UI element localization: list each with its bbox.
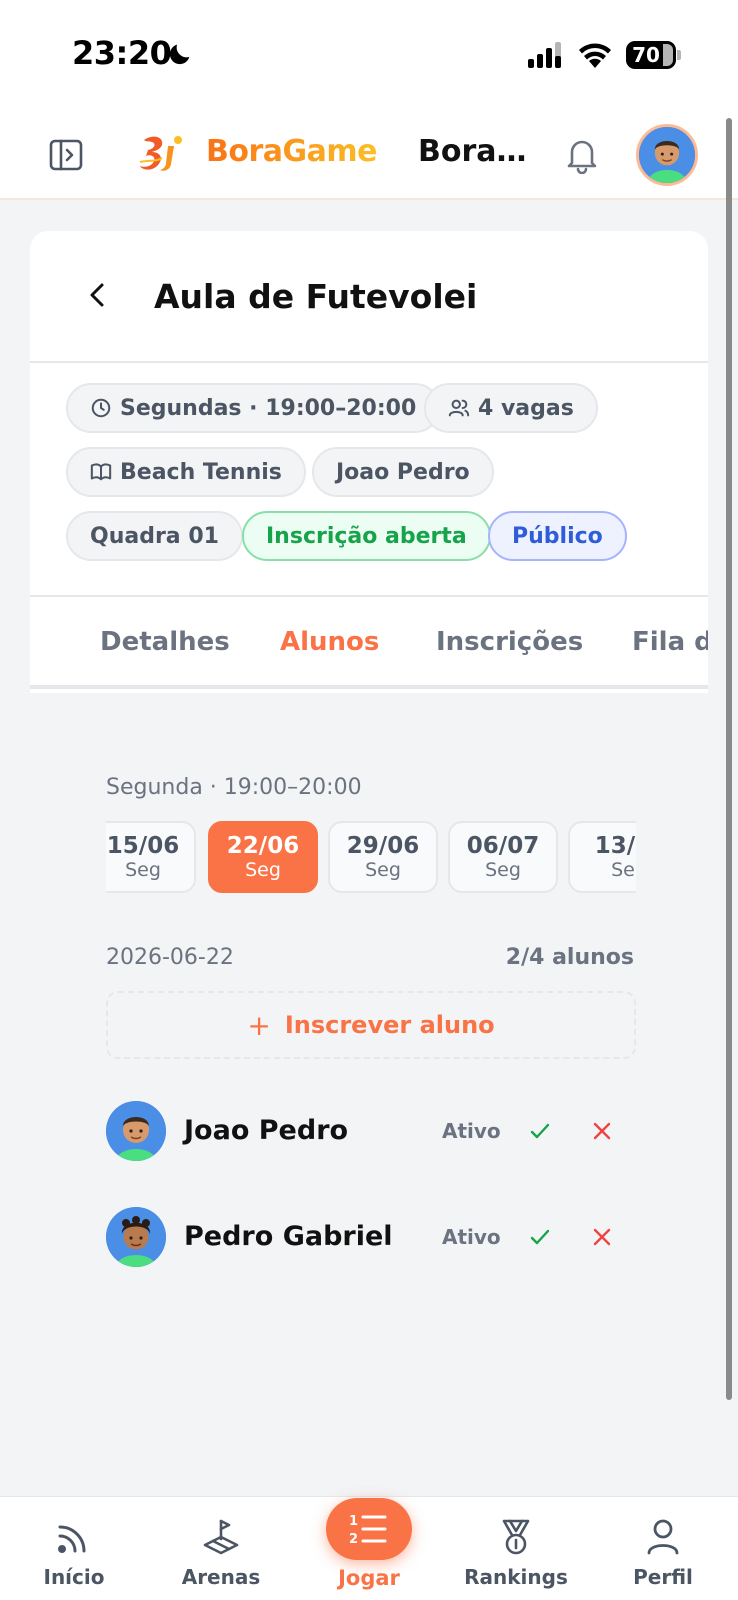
nav-label: Rankings bbox=[464, 1565, 568, 1589]
students-panel: Segunda · 19:00–20:00 15/06 Seg 22/06 Se… bbox=[30, 693, 708, 1521]
sport-chip: Beach Tennis bbox=[66, 447, 306, 497]
remove-x-icon[interactable] bbox=[590, 1119, 614, 1143]
student-row: Pedro Gabriel Ativo bbox=[106, 1207, 636, 1271]
check-icon[interactable] bbox=[528, 1225, 552, 1249]
feed-icon bbox=[58, 1525, 86, 1553]
court-chip: Quadra 01 bbox=[66, 511, 243, 561]
spots-chip-label: 4 vagas bbox=[478, 395, 574, 421]
users-icon bbox=[448, 399, 470, 417]
battery-cap bbox=[677, 50, 681, 60]
schedule-chip: Segundas · 19:00–20:00 bbox=[66, 383, 441, 433]
clock-icon bbox=[91, 398, 111, 418]
visibility-badge: Público bbox=[488, 511, 627, 561]
tab-alunos[interactable]: Alunos bbox=[280, 627, 379, 657]
date-pill-weekday: Seg bbox=[365, 859, 401, 881]
cellular-signal-icon bbox=[528, 42, 561, 68]
date-selector[interactable]: 15/06 Seg 22/06 Seg 29/06 Seg 06/07 Seg … bbox=[106, 821, 636, 895]
nav-item-perfil[interactable]: Perfil bbox=[593, 1497, 733, 1600]
plus-icon: + bbox=[247, 1008, 271, 1042]
registration-status-badge: Inscrição aberta bbox=[242, 511, 491, 561]
profile-icon bbox=[647, 1519, 679, 1555]
nav-label: Perfil bbox=[633, 1565, 693, 1589]
date-pill[interactable]: 06/07 Seg bbox=[448, 821, 558, 893]
check-icon[interactable] bbox=[528, 1119, 552, 1143]
date-pill-weekday: Se bbox=[611, 859, 635, 881]
student-name: Pedro Gabriel bbox=[184, 1221, 393, 1252]
tab-fila[interactable]: Fila d bbox=[632, 627, 708, 657]
date-pill-weekday: Seg bbox=[485, 859, 521, 881]
brand-logo-icon bbox=[139, 136, 182, 171]
svg-text:2: 2 bbox=[349, 1532, 358, 1547]
moon-icon bbox=[169, 44, 190, 65]
app-header: BoraGame Bora... bbox=[0, 108, 738, 200]
numbered-list-icon: 1 2 bbox=[349, 1514, 387, 1547]
date-pill-selected[interactable]: 22/06 Seg bbox=[208, 821, 318, 893]
status-time: 23:20 bbox=[72, 34, 172, 72]
medal-icon bbox=[502, 1519, 530, 1555]
status-bar: 23:20 70 bbox=[0, 0, 738, 108]
date-pill-date: 29/06 bbox=[346, 833, 420, 859]
battery-indicator: 70 bbox=[626, 41, 676, 69]
date-pill[interactable]: 15/06 Seg bbox=[106, 821, 196, 893]
brand-name: BoraGame bbox=[206, 134, 378, 169]
schedule-chip-label: Segundas · 19:00–20:00 bbox=[120, 395, 417, 421]
scrollbar[interactable] bbox=[726, 118, 732, 1400]
student-status: Ativo bbox=[442, 1119, 501, 1143]
date-pill-date: 13/0 bbox=[594, 833, 636, 859]
page-title: Aula de Futevolei bbox=[154, 277, 478, 316]
nav-label-jogar[interactable]: Jogar bbox=[299, 1566, 439, 1590]
nav-label: Arenas bbox=[181, 1565, 261, 1589]
wifi-icon bbox=[579, 43, 611, 68]
header-title: Bora... bbox=[418, 134, 528, 169]
nav-item-arenas[interactable]: Arenas bbox=[151, 1497, 291, 1600]
svg-text:1: 1 bbox=[349, 1514, 358, 1529]
teacher-chip-label: Joao Pedro bbox=[336, 459, 470, 485]
student-row: Joao Pedro Ativo bbox=[106, 1101, 636, 1165]
back-arrow-icon[interactable] bbox=[82, 279, 114, 311]
date-pill-date: 15/06 bbox=[106, 833, 180, 859]
date-pill[interactable]: 13/0 Se bbox=[568, 821, 636, 893]
card-title-row: Aula de Futevolei bbox=[30, 231, 708, 363]
selected-date: 2026-06-22 bbox=[106, 945, 234, 970]
nav-label: Início bbox=[43, 1565, 105, 1589]
user-avatar[interactable] bbox=[636, 124, 698, 186]
book-icon bbox=[90, 463, 112, 481]
student-status: Ativo bbox=[442, 1225, 501, 1249]
visibility-label: Público bbox=[512, 523, 603, 549]
enroll-student-label: Inscrever aluno bbox=[284, 1011, 495, 1039]
enroll-student-button[interactable]: + Inscrever aluno bbox=[106, 991, 636, 1059]
remove-x-icon[interactable] bbox=[590, 1225, 614, 1249]
teacher-chip: Joao Pedro bbox=[312, 447, 494, 497]
notifications-bell-icon[interactable] bbox=[564, 136, 600, 174]
date-pill-date: 06/07 bbox=[466, 833, 540, 859]
sidebar-toggle-icon[interactable] bbox=[48, 137, 84, 173]
sport-chip-label: Beach Tennis bbox=[120, 459, 282, 485]
date-pill-date: 22/06 bbox=[226, 833, 300, 859]
tab-bar: Detalhes Alunos Inscrições Fila d bbox=[30, 601, 708, 689]
tab-detalhes[interactable]: Detalhes bbox=[100, 627, 230, 657]
tab-inscricoes[interactable]: Inscrições bbox=[436, 627, 583, 657]
nav-item-rankings[interactable]: Rankings bbox=[446, 1497, 586, 1600]
battery-level: 70 bbox=[632, 43, 660, 67]
student-avatar bbox=[106, 1101, 166, 1161]
date-pill-weekday: Seg bbox=[245, 859, 281, 881]
class-info-chips: Segundas · 19:00–20:00 4 vagas Beach Ten… bbox=[30, 365, 708, 597]
student-name: Joao Pedro bbox=[184, 1115, 349, 1146]
court-flag-icon bbox=[203, 1519, 239, 1555]
student-avatar bbox=[106, 1207, 166, 1267]
class-card: Aula de Futevolei Segundas · 19:00–20:00… bbox=[30, 231, 708, 1521]
session-label: Segunda · 19:00–20:00 bbox=[106, 775, 362, 800]
date-pill[interactable]: 29/06 Seg bbox=[328, 821, 438, 893]
date-pill-weekday: Seg bbox=[125, 859, 161, 881]
court-chip-label: Quadra 01 bbox=[90, 523, 219, 549]
spots-chip: 4 vagas bbox=[424, 383, 598, 433]
play-fab-button[interactable]: 1 2 bbox=[326, 1498, 412, 1560]
registration-status-label: Inscrição aberta bbox=[266, 523, 467, 549]
enrollment-count: 2/4 alunos bbox=[505, 945, 634, 970]
nav-item-inicio[interactable]: Início bbox=[4, 1497, 144, 1600]
